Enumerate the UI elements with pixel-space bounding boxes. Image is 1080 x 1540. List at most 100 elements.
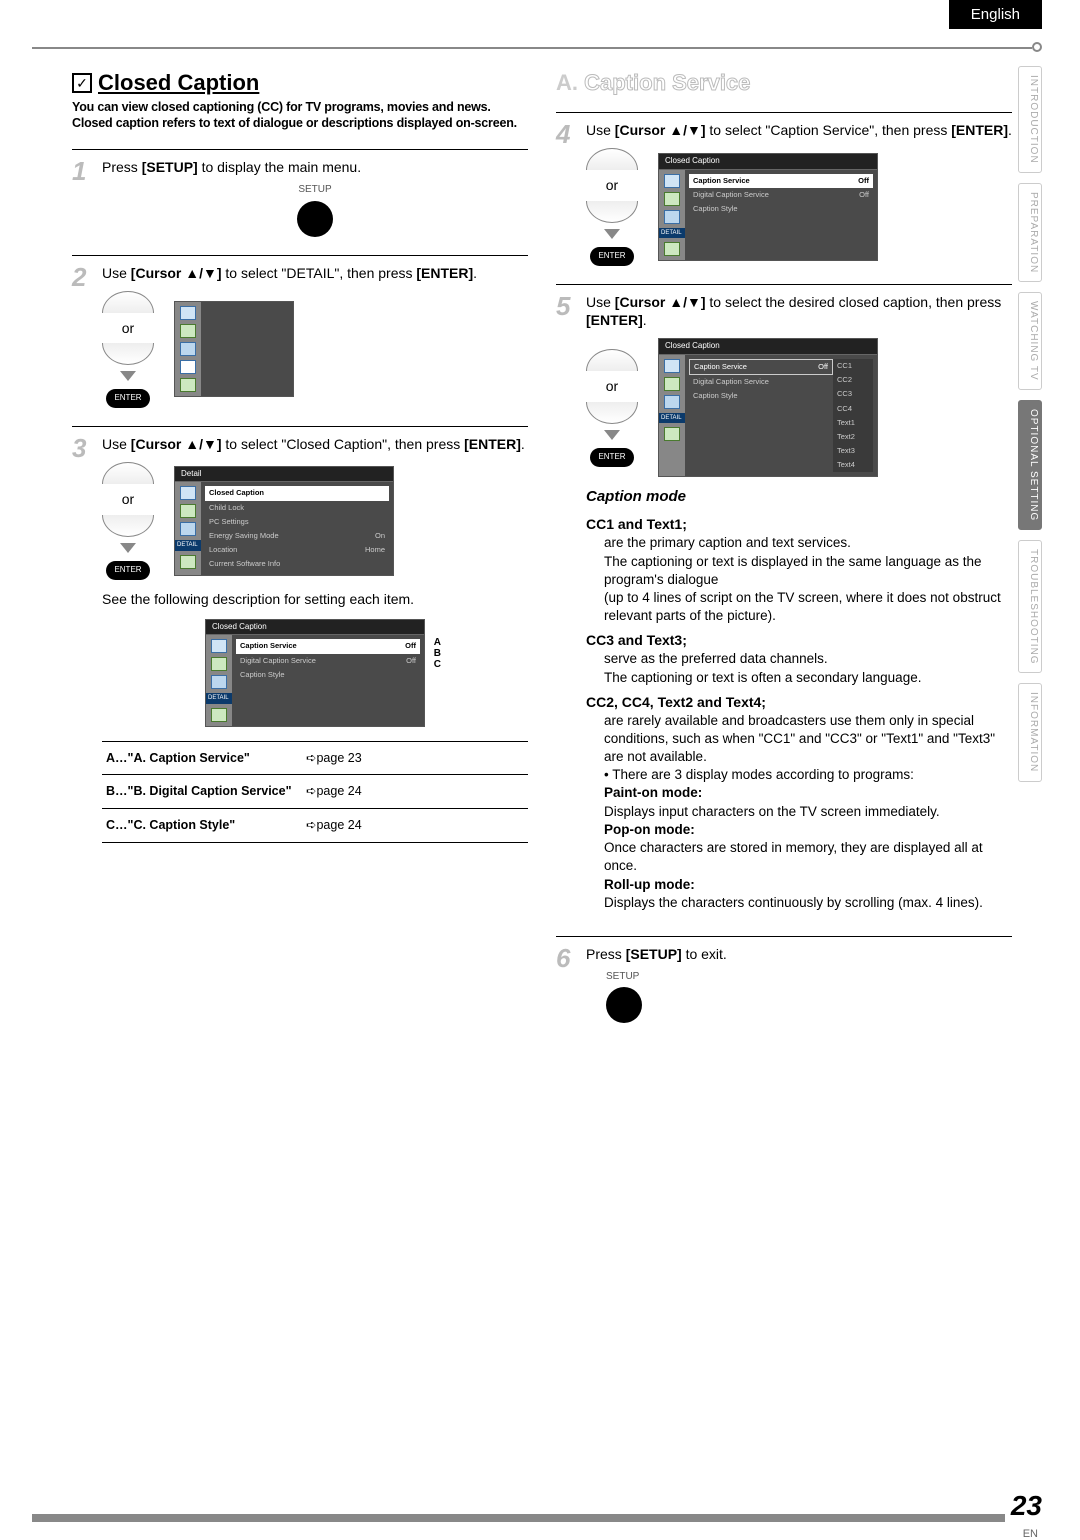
cm-h1: CC1 and Text1; bbox=[586, 515, 1012, 534]
label-b: B bbox=[434, 648, 441, 659]
step-5: 5 Use [Cursor ▲/▼] to select the desired… bbox=[556, 284, 1012, 936]
menu-icon bbox=[211, 675, 227, 689]
setup-button-icon bbox=[606, 987, 642, 1023]
cursor-down-icon bbox=[586, 201, 638, 223]
menu-icon bbox=[180, 522, 196, 536]
checkbox-icon: ✓ bbox=[72, 73, 92, 93]
opt: CC1 bbox=[833, 359, 873, 373]
t: Once characters are stored in memory, th… bbox=[604, 839, 1012, 875]
opt: CC2 bbox=[833, 373, 873, 387]
cursor-down-icon bbox=[102, 343, 154, 365]
step-4: 4 Use [Cursor ▲/▼] to select "Caption Se… bbox=[556, 112, 1012, 284]
arrow-down-icon bbox=[120, 543, 136, 553]
l: Caption Service bbox=[693, 176, 750, 186]
caption-mode-heading: Caption mode bbox=[586, 487, 1012, 507]
menu-icon bbox=[180, 486, 196, 500]
menu-icon bbox=[664, 210, 680, 224]
menu-row: Closed Caption bbox=[205, 486, 389, 500]
setup-button-icon bbox=[297, 201, 333, 237]
step1-text2: to display the main menu. bbox=[198, 159, 361, 175]
opt: Text4 bbox=[833, 458, 873, 472]
cursor-down-icon bbox=[586, 402, 638, 424]
cm-b: are the primary caption and text service… bbox=[604, 534, 1012, 625]
cursor-down-icon bbox=[102, 515, 154, 537]
menu-icon bbox=[180, 342, 196, 356]
page-arrow-icon: ➪ bbox=[306, 750, 316, 767]
l: Energy Saving Mode bbox=[209, 531, 279, 541]
menu-icon bbox=[664, 242, 680, 256]
p: page 23 bbox=[316, 751, 361, 765]
k: [Cursor ▲/▼] bbox=[615, 122, 706, 138]
heading-text: Caption Service bbox=[584, 70, 750, 95]
l: Caption Style bbox=[693, 204, 738, 214]
k: [ENTER] bbox=[416, 265, 473, 281]
abc-callouts: A B C bbox=[434, 637, 441, 670]
header-dot-icon bbox=[1032, 42, 1042, 52]
menu-icon bbox=[664, 377, 680, 391]
l: Digital Caption Service bbox=[693, 377, 769, 387]
menu-row: Caption ServiceOff bbox=[689, 174, 873, 188]
l: Current Software Info bbox=[209, 559, 280, 569]
heading-prefix: A. bbox=[556, 70, 578, 95]
k: [Cursor ▲/▼] bbox=[615, 294, 706, 310]
menu-screenshot-detail: Detail DETAIL Closed C bbox=[174, 466, 394, 577]
arrow-down-icon bbox=[120, 371, 136, 381]
t: to select the desired closed caption, th… bbox=[706, 294, 1002, 310]
cm-b: serve as the preferred data channels. Th… bbox=[604, 650, 1012, 686]
enter-button-icon: ENTER bbox=[106, 389, 149, 408]
h: Roll-up mode: bbox=[604, 877, 695, 892]
section-heading-a: A. Caption Service bbox=[556, 70, 1012, 96]
menu-screenshot-caption-options: Closed Caption DETAIL bbox=[658, 338, 878, 477]
left-column: ✓ Closed Caption You can view closed cap… bbox=[72, 70, 528, 1041]
k: B… bbox=[106, 784, 128, 798]
menu-title: Detail bbox=[175, 467, 393, 483]
step-number: 6 bbox=[556, 945, 578, 1023]
step1-text1: Press bbox=[102, 159, 142, 175]
ref-row: A…"A. Caption Service" ➪ page 23 bbox=[102, 741, 528, 775]
l: Location bbox=[209, 545, 237, 555]
k: [SETUP] bbox=[626, 946, 682, 962]
l: Caption Service bbox=[240, 641, 297, 651]
right-column: A. Caption Service 4 Use [Cursor ▲/▼] to… bbox=[556, 70, 1012, 1041]
t: The captioning or text is displayed in t… bbox=[604, 554, 982, 587]
k: [ENTER] bbox=[586, 312, 643, 328]
menu-screenshot-minimal bbox=[174, 301, 294, 397]
reference-table: A…"A. Caption Service" ➪ page 23 B…"B. D… bbox=[102, 741, 528, 844]
menu-row: PC Settings bbox=[205, 515, 389, 529]
t: to select "Caption Service", then press bbox=[706, 122, 952, 138]
step-1: 1 Press [SETUP] to display the main menu… bbox=[72, 149, 528, 254]
page-arrow-icon: ➪ bbox=[306, 783, 316, 800]
l: Digital Caption Service bbox=[240, 656, 316, 666]
t: . bbox=[473, 265, 477, 281]
k: A… bbox=[106, 751, 128, 765]
menu-icon bbox=[664, 427, 680, 441]
menu-row: Child Lock bbox=[205, 501, 389, 515]
menu-icon bbox=[180, 555, 196, 569]
cm-b: are rarely available and broadcasters us… bbox=[604, 712, 1012, 912]
opt: CC3 bbox=[833, 387, 873, 401]
t: are the primary caption and text service… bbox=[604, 535, 851, 550]
page-lang-code: EN bbox=[1023, 1528, 1038, 1540]
p: page 24 bbox=[316, 818, 361, 832]
step-number: 1 bbox=[72, 158, 94, 236]
menu-icon bbox=[664, 359, 680, 373]
label-c: C bbox=[434, 659, 441, 670]
menu-title: Closed Caption bbox=[659, 339, 877, 355]
menu-screenshot-caption-service: Closed Caption DETAIL bbox=[658, 153, 878, 261]
page-title: Closed Caption bbox=[98, 70, 259, 96]
k: C… bbox=[106, 818, 128, 832]
or-label: or bbox=[122, 319, 134, 338]
menu-row: Digital Caption ServiceOff bbox=[689, 188, 873, 202]
menu-row: Energy Saving ModeOn bbox=[205, 529, 389, 543]
step-number: 4 bbox=[556, 121, 578, 266]
menu-icon bbox=[664, 174, 680, 188]
t: "A. Caption Service" bbox=[128, 751, 250, 765]
r: Off bbox=[859, 190, 869, 200]
t: There are 3 display modes according to p… bbox=[612, 767, 914, 782]
enter-button-icon: ENTER bbox=[590, 247, 633, 266]
t: . bbox=[521, 436, 525, 452]
cursor-up-icon bbox=[586, 349, 638, 371]
or-label: or bbox=[606, 377, 618, 396]
ref-row: C…"C. Caption Style" ➪ page 24 bbox=[102, 808, 528, 843]
arrow-down-icon bbox=[604, 430, 620, 440]
